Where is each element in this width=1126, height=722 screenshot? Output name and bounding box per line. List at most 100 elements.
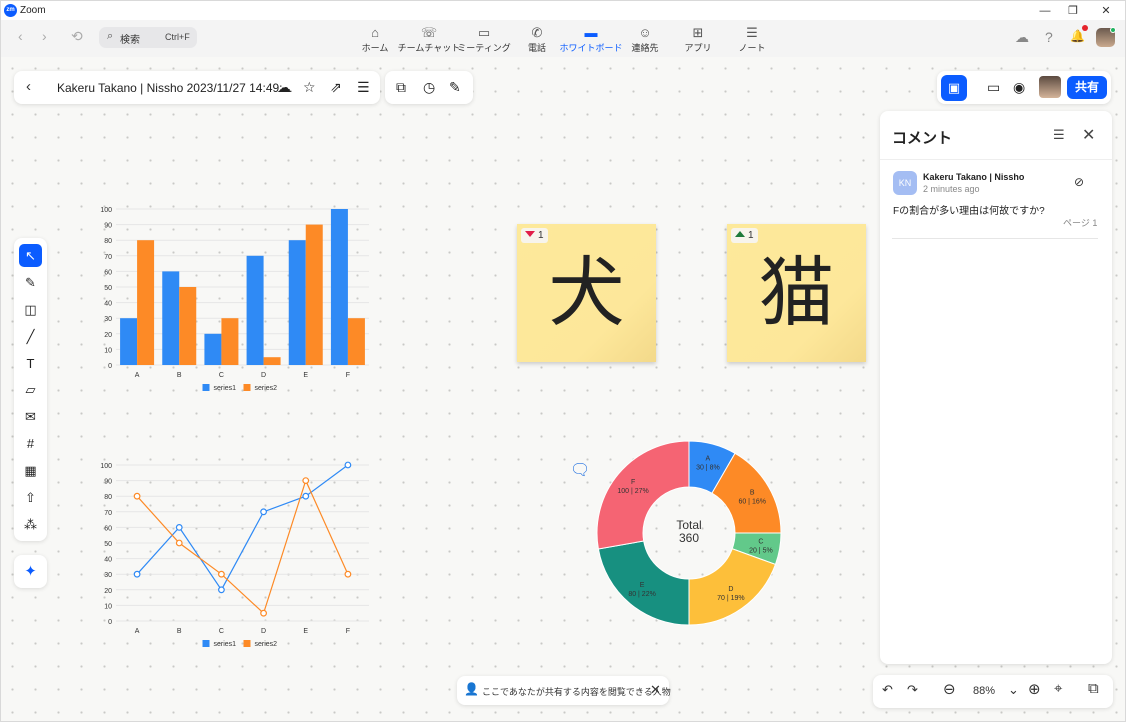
x-tick-label: D: [261, 372, 266, 379]
sticky-note-cat[interactable]: 1 猫: [727, 224, 866, 362]
bar-series1-D: [246, 255, 264, 365]
slice-label-E: E: [640, 582, 645, 589]
y-tick-label: 80: [104, 238, 112, 245]
bar-series2-D: [263, 357, 281, 365]
comment-text[interactable]: Fの割合が多い理由は何故ですか?: [893, 202, 1045, 217]
resolve-icon[interactable]: ⊘: [1074, 175, 1084, 189]
point-series2-B: [175, 539, 183, 547]
participant-avatar[interactable]: [1039, 76, 1061, 98]
point-series2-C: [218, 570, 225, 578]
present-icon[interactable]: ⧉: [396, 79, 406, 96]
nav-item-7[interactable]: ☰ ノート: [717, 25, 787, 54]
close-window-button[interactable]: ✕: [1089, 1, 1123, 21]
point-series1-A: [133, 570, 141, 578]
bar-series1-B: [162, 271, 180, 365]
presence-dot: [1110, 27, 1116, 33]
help-icon[interactable]: ?: [1045, 29, 1053, 45]
divider: [880, 159, 1112, 160]
sticky-note-dog[interactable]: 1 犬: [517, 224, 656, 362]
line-tool[interactable]: ╱: [19, 325, 42, 348]
y-tick-label: 80: [104, 494, 112, 501]
comment-toggle-button[interactable]: ▣: [941, 75, 967, 101]
slice-label-F: F: [631, 479, 635, 486]
bar-series2-F: [347, 318, 365, 365]
comment-time: 2 minutes ago: [923, 184, 980, 194]
notice-text: ここであなたが共有する内容を閲覧できる人物: [482, 687, 671, 697]
chevron-down-icon[interactable]: ⌄: [1008, 682, 1019, 698]
timer-icon[interactable]: ◷: [423, 79, 435, 96]
donut-center-label: Total: [676, 518, 701, 532]
share-button[interactable]: 共有: [1067, 76, 1107, 99]
ai-sparkle-icon[interactable]: ✦: [14, 555, 47, 588]
y-tick-label: 30: [104, 316, 112, 323]
cloud-save-icon[interactable]: ☁: [277, 79, 291, 96]
pen-tool[interactable]: ✎: [19, 271, 42, 294]
board-title[interactable]: Kakeru Takano | Nissho 2023/11/27 14:49:…: [57, 81, 293, 95]
select-tool[interactable]: ↖: [19, 244, 42, 267]
cloud-icon[interactable]: ☁: [1015, 29, 1029, 46]
pages-icon[interactable]: ⧉: [1088, 680, 1099, 697]
zoom-out-icon[interactable]: ⊖: [943, 680, 956, 698]
draw-icon[interactable]: ✎: [449, 79, 461, 96]
more-tool[interactable]: ⁂: [19, 513, 42, 536]
x-tick-label: E: [303, 628, 308, 635]
line-series2: [136, 478, 349, 615]
nav-label: 電話: [527, 43, 546, 53]
text-tool[interactable]: T: [19, 352, 42, 375]
forward-arrow-icon[interactable]: ›: [42, 28, 47, 44]
comment-bubble-icon[interactable]: 🗨: [570, 460, 590, 480]
close-icon[interactable]: ✕: [1082, 125, 1095, 145]
star-icon[interactable]: ☆: [303, 79, 316, 96]
template-tool[interactable]: ▦: [19, 459, 42, 482]
sharing-notice: 👤 ここであなたが共有する内容を閲覧できる人物 ✕: [457, 676, 671, 705]
slice-value-B: 60 | 16%: [738, 499, 766, 506]
y-tick-label: 10: [104, 347, 112, 354]
redo-icon[interactable]: ↷: [907, 682, 918, 698]
divider: [892, 238, 1098, 239]
y-tick-label: 40: [104, 301, 112, 308]
search-placeholder: 検索: [120, 35, 140, 46]
nav-label: 連絡先: [631, 43, 659, 53]
y-tick-label: 90: [104, 479, 112, 486]
bell-icon[interactable]: 🔔: [1070, 29, 1085, 43]
point-series1-E: [302, 492, 310, 500]
locate-icon[interactable]: ⌖: [1054, 680, 1062, 697]
slice-label-A: A: [706, 455, 711, 462]
commenter-avatar: KN: [893, 171, 917, 195]
close-icon[interactable]: ✕: [650, 682, 661, 698]
y-tick-label: 70: [104, 510, 112, 517]
bar-series2-C: [221, 318, 239, 365]
zoom-in-icon[interactable]: ⊕: [1028, 680, 1041, 698]
frame-tool[interactable]: #: [19, 432, 42, 455]
x-tick-label: B: [177, 628, 182, 635]
line-chart[interactable]: 0 10 20 30 40 50 60 70 80 90 100 A B C D E Fseries1 serie…: [90, 455, 380, 650]
upload-tool[interactable]: ⇧: [19, 486, 42, 509]
y-tick-label: 70: [104, 254, 112, 261]
legend-label: series2: [255, 385, 278, 392]
notification-dot: [1082, 25, 1088, 31]
open-external-icon[interactable]: ⇗: [330, 79, 342, 96]
comment-tool[interactable]: ✉: [19, 405, 42, 428]
nav-icon: ☰: [746, 25, 758, 40]
camera-icon[interactable]: ▭: [987, 79, 1000, 96]
bar-chart[interactable]: 0 10 20 30 40 50 60 70 80 90 100 A B C D E Fseries1 serie…: [90, 200, 380, 395]
shape-tool[interactable]: ◫: [19, 298, 42, 321]
reactions-icon[interactable]: ◉: [1013, 79, 1025, 96]
undo-icon[interactable]: ↶: [882, 682, 893, 698]
y-tick-label: 30: [104, 572, 112, 579]
x-tick-label: F: [346, 372, 350, 379]
x-tick-label: B: [177, 372, 182, 379]
donut-chart[interactable]: A 30 | 8% B 60 | 16% C 20 | 5% D 70 | 19% E 80 | …: [590, 437, 790, 632]
filter-icon[interactable]: ☰: [1053, 127, 1065, 143]
zoom-level[interactable]: 88%: [973, 685, 995, 697]
comment-page: ページ 1: [1063, 218, 1098, 228]
menu-icon[interactable]: ☰: [357, 79, 370, 96]
back-arrow-icon[interactable]: ‹: [18, 28, 23, 44]
y-tick-label: 100: [100, 207, 112, 214]
sticky-note-tool[interactable]: ▱: [19, 378, 42, 401]
history-icon[interactable]: ⟲: [71, 28, 83, 45]
back-icon[interactable]: ‹: [26, 78, 31, 95]
search-input[interactable]: ⌕ 検索 Ctrl+F: [99, 27, 197, 48]
bar-series1-F: [330, 209, 348, 365]
restore-button[interactable]: ❐: [1056, 1, 1090, 21]
